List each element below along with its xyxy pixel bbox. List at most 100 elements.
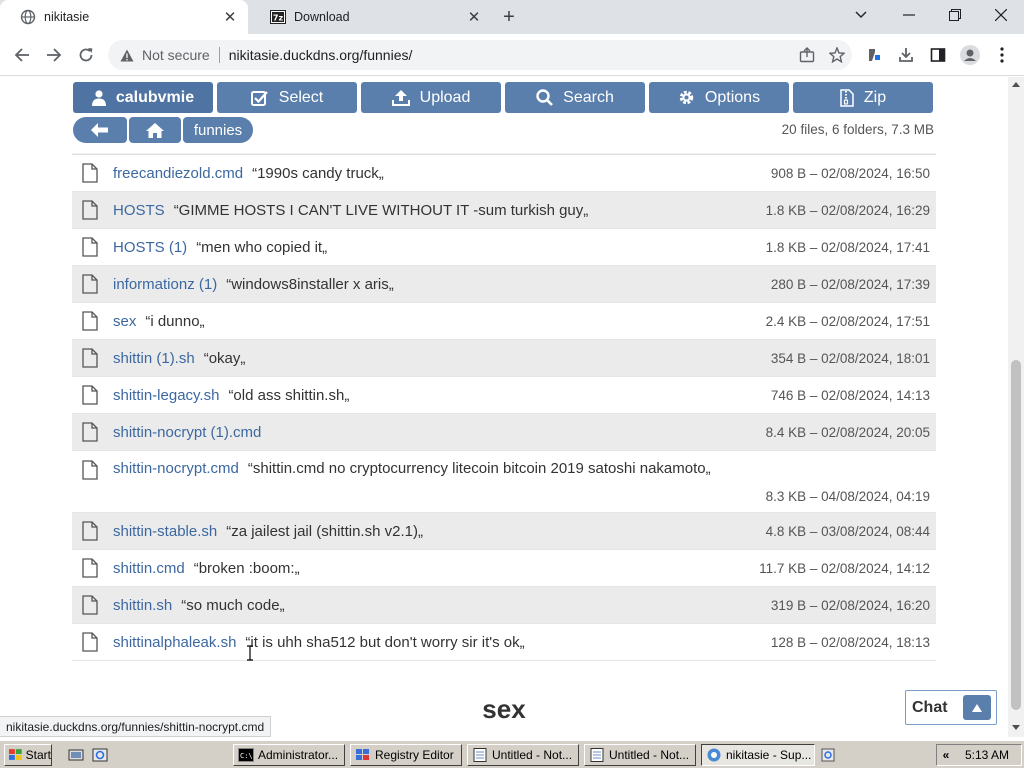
close-icon[interactable]: ✕ (464, 7, 484, 27)
address-bar[interactable]: Not secure nikitasie.duckdns.org/funnies… (108, 40, 852, 70)
back-button[interactable] (73, 117, 127, 143)
taskbar-item-notepad-1[interactable]: Untitled - Not... (467, 744, 579, 766)
download-icon[interactable] (894, 43, 918, 67)
menu-kebab-icon[interactable] (990, 43, 1014, 67)
warning-icon[interactable] (120, 48, 134, 62)
page-scrollbar[interactable] (1008, 77, 1024, 737)
file-row[interactable]: shittin-legacy.sh “old ass shittin.sh„ 7… (72, 377, 936, 414)
clock[interactable]: 5:13 AM (965, 748, 1009, 762)
file-name-link[interactable]: HOSTS (1) (113, 239, 187, 256)
file-name-link[interactable]: informationz (1) (113, 276, 217, 293)
security-label[interactable]: Not secure (142, 47, 210, 63)
file-description: “old ass shittin.sh„ (228, 386, 350, 404)
profile-avatar-icon[interactable] (958, 43, 982, 67)
tray-expand-icon[interactable]: « (937, 748, 955, 762)
zip-button[interactable]: Zip (793, 82, 933, 113)
file-description: “windows8installer x aris„ (226, 275, 394, 293)
new-tab-button[interactable]: + (498, 6, 520, 28)
taskbar-item-administrator[interactable]: C:\ Administrator... (233, 744, 345, 766)
file-name-link[interactable]: sex (113, 313, 136, 330)
gear-icon (678, 89, 695, 106)
file-meta: 280 B – 02/08/2024, 17:39 (770, 276, 930, 292)
task-label: Administrator... (258, 748, 339, 762)
show-desktop-icon[interactable] (68, 747, 84, 763)
file-row[interactable]: shittin-nocrypt.cmd “shittin.cmd no cryp… (72, 451, 936, 513)
scroll-down-icon[interactable] (1012, 725, 1020, 730)
task-label: Registry Editor (375, 748, 454, 762)
file-description: “shittin.cmd no cryptocurrency litecoin … (247, 460, 711, 477)
file-row[interactable]: shittin.sh “so much code„ 319 B – 02/08/… (72, 587, 936, 624)
file-name-link[interactable]: shittinalphaleak.sh (113, 634, 236, 651)
home-icon (146, 122, 164, 138)
file-icon (82, 163, 98, 183)
file-meta: 8.3 KB – 04/08/2024, 04:19 (765, 489, 930, 504)
file-row[interactable]: sex “i dunno„ 2.4 KB – 02/08/2024, 17:51 (72, 303, 936, 340)
restore-button[interactable] (932, 0, 978, 30)
select-button-label: Select (278, 88, 324, 106)
home-button[interactable] (129, 117, 181, 143)
taskbar-item-browser[interactable]: nikitasie - Sup... (701, 744, 815, 766)
file-row[interactable]: shittin (1).sh “okay„ 354 B – 02/08/2024… (72, 340, 936, 377)
taskbar-misc-icon[interactable] (820, 747, 836, 763)
file-row[interactable]: freecandiezold.cmd “1990s candy truck„ 9… (72, 155, 936, 192)
file-row[interactable]: shittin-nocrypt (1).cmd 8.4 KB – 02/08/2… (72, 414, 936, 451)
file-name-link[interactable]: shittin-nocrypt (1).cmd (113, 424, 261, 441)
file-row[interactable]: HOSTS “GIMME HOSTS I CAN'T LIVE WITHOUT … (72, 192, 936, 229)
tab-nikitasie[interactable]: nikitasie ✕ (0, 0, 248, 34)
caret-up-icon (972, 703, 982, 712)
file-icon (82, 422, 98, 442)
file-name-link[interactable]: freecandiezold.cmd (113, 165, 243, 182)
tab-search-chevron-icon[interactable] (838, 0, 884, 30)
7zip-icon: 7z (270, 9, 286, 25)
file-row[interactable]: shittin.cmd “broken :boom:„ 11.7 KB – 02… (72, 550, 936, 587)
minimize-button[interactable] (886, 0, 932, 30)
file-meta: 319 B – 02/08/2024, 16:20 (770, 597, 930, 613)
options-button[interactable]: Options (649, 82, 789, 113)
reload-icon[interactable] (72, 41, 100, 69)
file-name-link[interactable]: shittin-legacy.sh (113, 387, 219, 404)
search-button[interactable]: Search (505, 82, 645, 113)
window-close-button[interactable] (978, 0, 1024, 30)
file-name-link[interactable]: shittin-stable.sh (113, 523, 217, 540)
taskbar-item-registry-editor[interactable]: Registry Editor (350, 744, 462, 766)
taskbar-item-notepad-2[interactable]: Untitled - Not... (584, 744, 696, 766)
file-row[interactable]: shittin-stable.sh “za jailest jail (shit… (72, 513, 936, 550)
back-arrow-icon[interactable] (8, 41, 36, 69)
extension-icon[interactable] (862, 43, 886, 67)
side-panel-icon[interactable] (926, 43, 950, 67)
file-icon (82, 348, 98, 368)
breadcrumb-folder[interactable]: funnies (183, 117, 253, 143)
tab-download[interactable]: 7z Download ✕ (250, 0, 492, 34)
file-name-link[interactable]: shittin.sh (113, 597, 172, 614)
star-icon[interactable] (822, 40, 852, 70)
file-row[interactable]: informationz (1) “windows8installer x ar… (72, 266, 936, 303)
user-button[interactable]: calubvmie (73, 82, 213, 113)
zip-file-icon (840, 88, 854, 107)
close-icon[interactable]: ✕ (220, 7, 240, 27)
scroll-up-icon[interactable] (1012, 82, 1020, 87)
file-name-link[interactable]: shittin (1).sh (113, 350, 195, 367)
start-button[interactable]: Start (4, 744, 52, 766)
file-name-link[interactable]: shittin.cmd (113, 560, 185, 577)
chat-expand-button[interactable] (963, 695, 991, 720)
upload-button[interactable]: Upload (361, 82, 501, 113)
file-row[interactable]: HOSTS (1) “men who copied it„ 1.8 KB – 0… (72, 229, 936, 266)
ie-quicklaunch-icon[interactable] (92, 747, 108, 763)
file-name-link[interactable]: HOSTS (113, 202, 165, 219)
file-meta: 746 B – 02/08/2024, 14:13 (770, 387, 930, 403)
select-button[interactable]: Select (217, 82, 357, 113)
divider (218, 47, 220, 63)
chat-widget[interactable]: Chat (905, 690, 997, 725)
file-meta: 2.4 KB – 02/08/2024, 17:51 (765, 313, 930, 329)
file-description: “so much code„ (181, 596, 285, 614)
file-icon (82, 632, 98, 652)
notepad-icon (590, 748, 604, 762)
scrollbar-thumb[interactable] (1011, 360, 1021, 710)
tab-strip: nikitasie ✕ 7z Download ✕ + (0, 0, 1024, 34)
file-row[interactable]: shittinalphaleak.sh “it is uhh sha512 bu… (72, 624, 936, 661)
file-description: “GIMME HOSTS I CAN'T LIVE WITHOUT IT -su… (173, 201, 589, 219)
share-icon[interactable] (792, 40, 822, 70)
forward-arrow-icon[interactable] (40, 41, 68, 69)
url-text[interactable]: nikitasie.duckdns.org/funnies/ (229, 47, 792, 63)
file-name-link[interactable]: shittin-nocrypt.cmd (113, 460, 239, 477)
